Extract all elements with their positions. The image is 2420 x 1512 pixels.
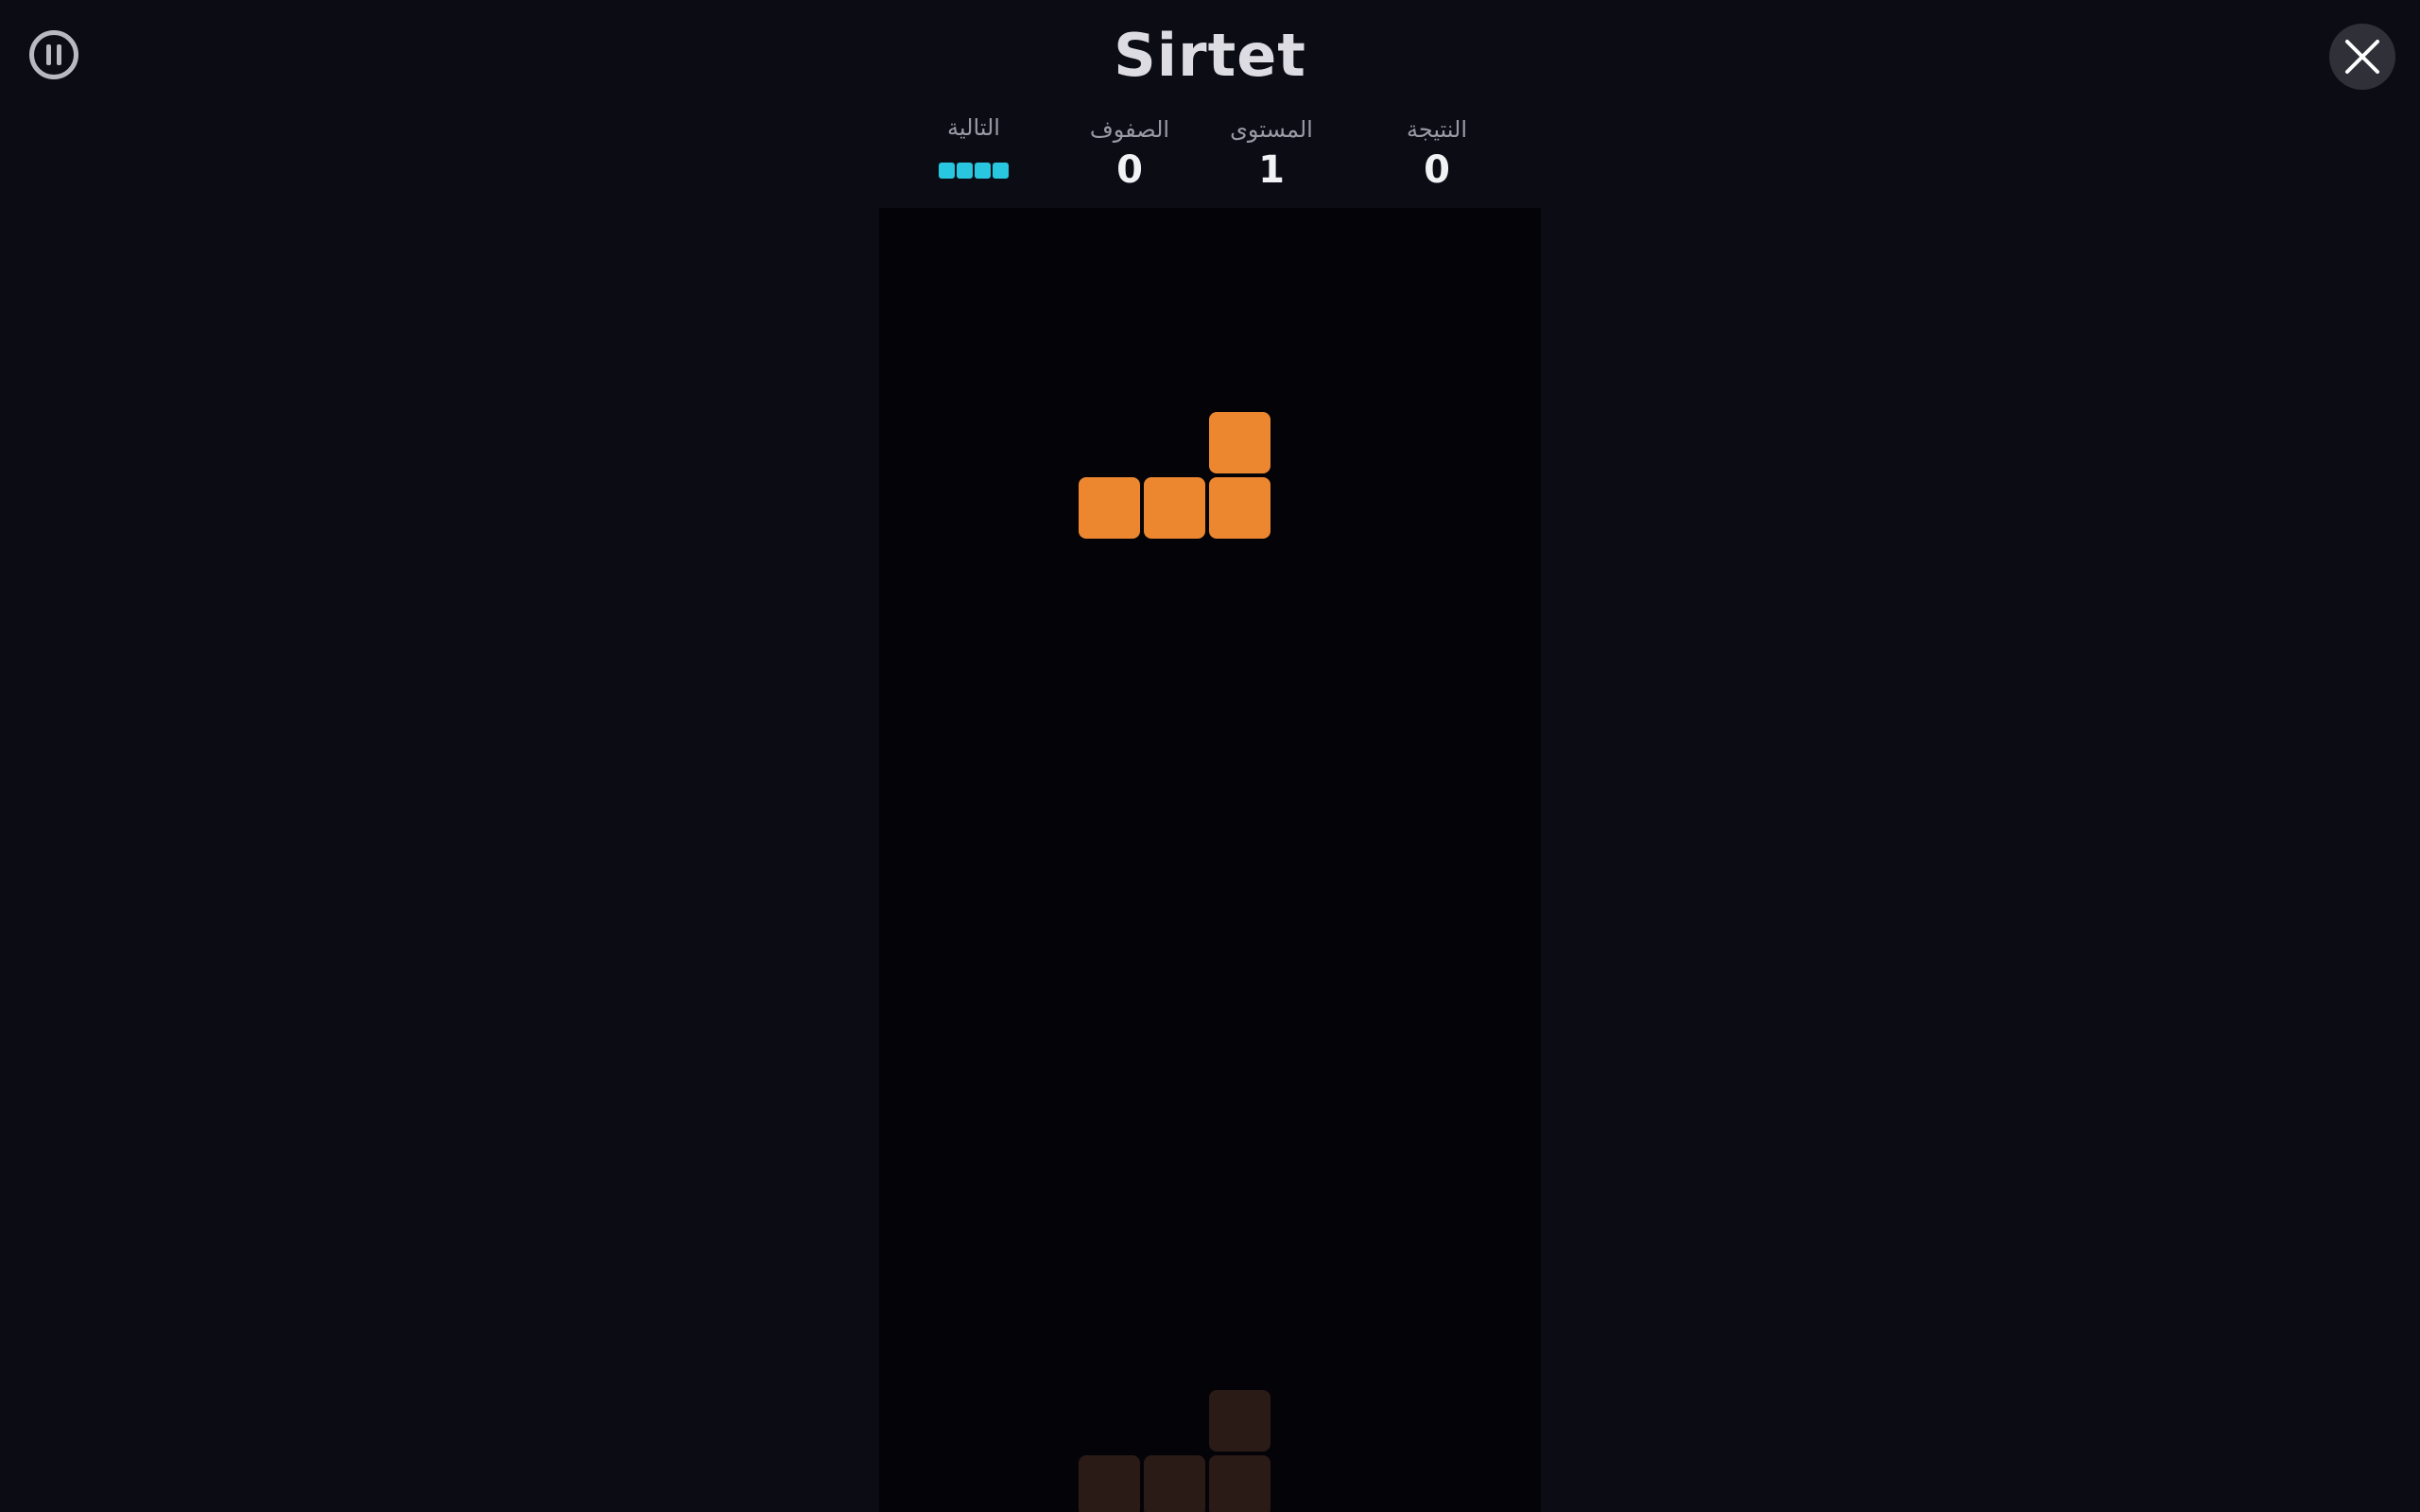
- ghost-piece-cell: [1209, 1390, 1270, 1452]
- close-button[interactable]: [2329, 24, 2395, 90]
- lines-value: 0: [1116, 148, 1143, 192]
- lines-stat: الصفوف 0: [1054, 113, 1205, 193]
- game-board[interactable]: [879, 208, 1541, 1512]
- next-piece-cell: [957, 163, 973, 179]
- level-label: المستوى: [1230, 116, 1313, 143]
- next-piece-cell: [993, 163, 1009, 179]
- next-piece-preview: [898, 163, 1049, 179]
- ghost-piece-cell: [1144, 1455, 1205, 1512]
- next-label: التالية: [947, 114, 1000, 141]
- next-piece-cell: [939, 163, 955, 179]
- score-label: النتيجة: [1406, 116, 1468, 143]
- next-piece-cell: [975, 163, 991, 179]
- score-stat: النتيجة 0: [1361, 113, 1512, 193]
- active-piece-cell: [1209, 477, 1270, 539]
- active-piece-cell: [1144, 477, 1205, 539]
- game-title: Sirtet: [1114, 21, 1306, 90]
- close-icon: [2345, 40, 2379, 74]
- ghost-piece-cell: [1209, 1455, 1270, 1512]
- level-value: 1: [1258, 148, 1285, 192]
- game-screen: Sirtet التالية الصفوف 0 المستوى 1 النتيج…: [0, 0, 2420, 1512]
- active-piece-cell: [1079, 477, 1140, 539]
- level-stat: المستوى 1: [1196, 113, 1347, 193]
- ghost-piece-cell: [1079, 1455, 1140, 1512]
- score-value: 0: [1424, 148, 1450, 192]
- next-piece-panel: التالية: [898, 112, 1049, 179]
- lines-label: الصفوف: [1089, 116, 1170, 143]
- active-piece-cell: [1209, 412, 1270, 473]
